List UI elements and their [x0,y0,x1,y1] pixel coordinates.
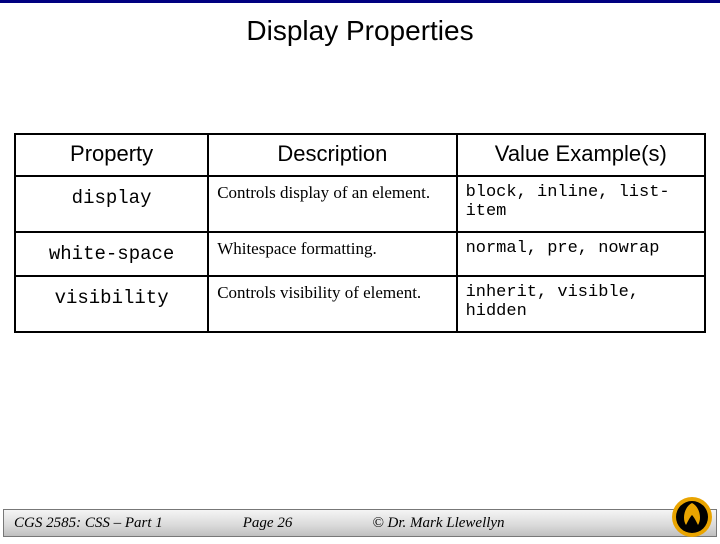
cell-values: inherit, visible, hidden [457,276,705,332]
col-header-description: Description [208,134,456,176]
properties-table: Property Description Value Example(s) di… [14,133,706,333]
cell-property: white-space [15,232,208,276]
slide-footer: CGS 2585: CSS – Part 1 Page 26 © Dr. Mar… [3,509,717,537]
cell-values: block, inline, list-item [457,176,705,232]
top-rule [0,0,720,3]
cell-description: Controls display of an element. [208,176,456,232]
footer-page: Page 26 [163,515,293,532]
table-header-row: Property Description Value Example(s) [15,134,705,176]
table-row: display Controls display of an element. … [15,176,705,232]
ucf-pegasus-logo-icon [670,495,714,539]
cell-property: visibility [15,276,208,332]
table-row: white-space Whitespace formatting. norma… [15,232,705,276]
cell-values: normal, pre, nowrap [457,232,705,276]
footer-author: © Dr. Mark Llewellyn [292,515,504,532]
footer-course: CGS 2585: CSS – Part 1 [4,515,163,532]
table-row: visibility Controls visibility of elemen… [15,276,705,332]
cell-property: display [15,176,208,232]
page-title: Display Properties [0,15,720,47]
cell-description: Controls visibility of element. [208,276,456,332]
col-header-property: Property [15,134,208,176]
properties-table-container: Property Description Value Example(s) di… [14,133,706,333]
cell-description: Whitespace formatting. [208,232,456,276]
col-header-values: Value Example(s) [457,134,705,176]
